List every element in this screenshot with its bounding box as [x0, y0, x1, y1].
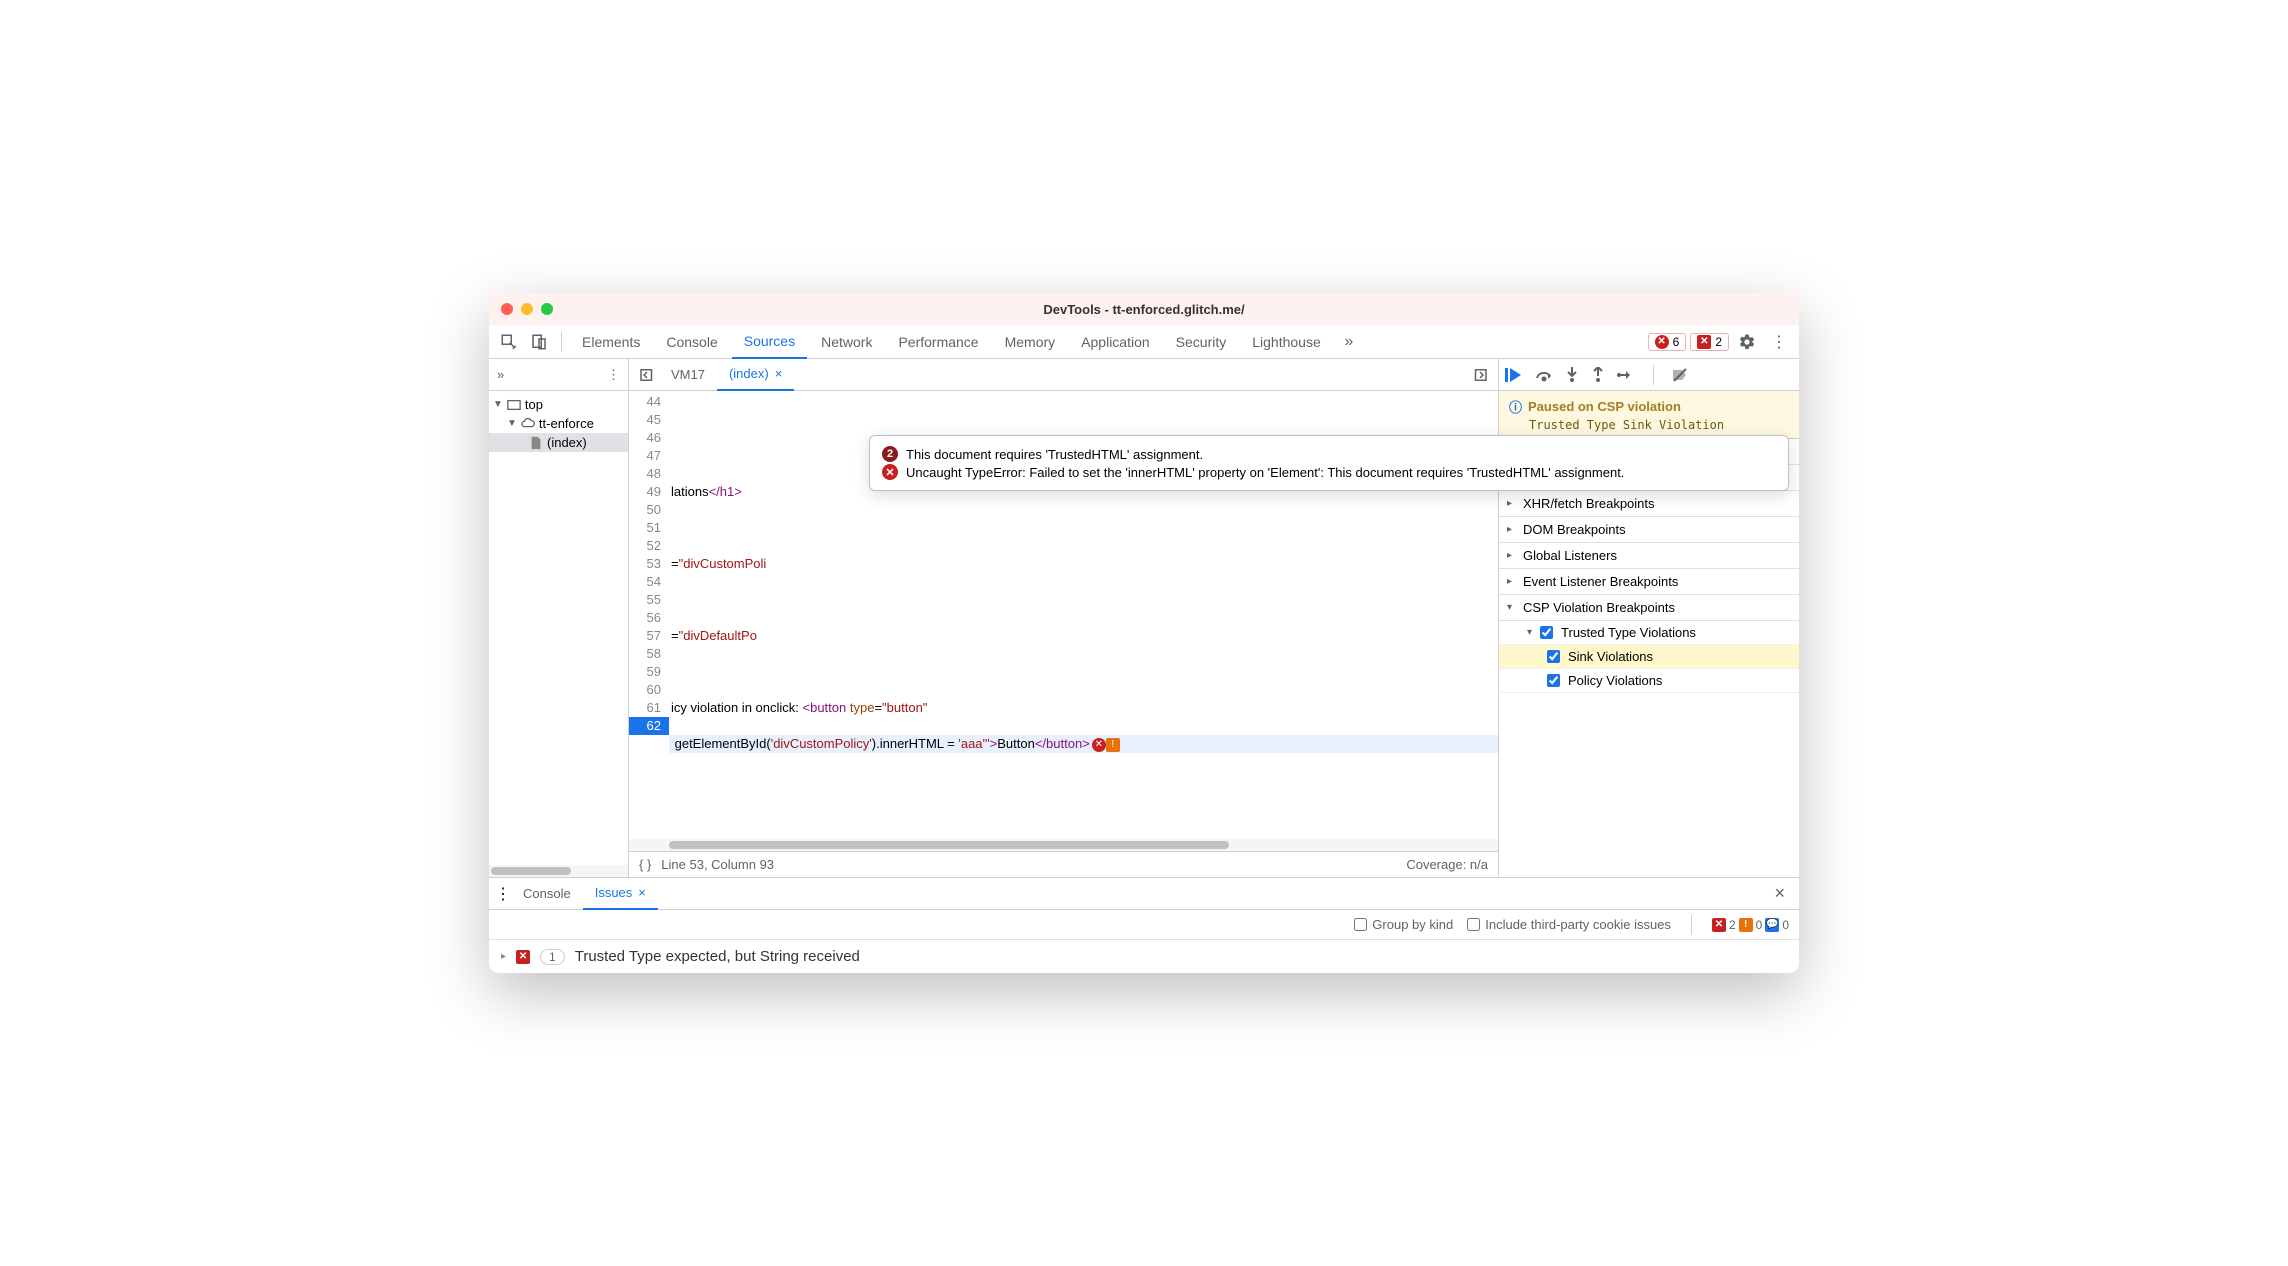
file-icon [529, 436, 543, 450]
titlebar: DevTools - tt-enforced.glitch.me/ [489, 293, 1799, 325]
error-icon[interactable]: ✕ [1092, 738, 1106, 752]
resume-icon[interactable] [1505, 368, 1523, 382]
cloud-icon [521, 417, 535, 431]
close-window-button[interactable] [501, 303, 513, 315]
include-third-party-checkbox[interactable]: Include third-party cookie issues [1467, 917, 1671, 932]
code-tab-index[interactable]: (index)× [717, 359, 794, 391]
checkbox-sink[interactable] [1547, 650, 1560, 663]
more-tabs-icon[interactable]: » [1335, 328, 1363, 356]
drawer-filter-bar: Group by kind Include third-party cookie… [489, 910, 1799, 940]
file-tree: ▼ top ▼ tt-enforce (index) [489, 391, 628, 456]
coverage-info: Coverage: n/a [1406, 857, 1488, 872]
more-menu-icon[interactable]: ⋮ [495, 884, 511, 904]
tree-domain[interactable]: ▼ tt-enforce [489, 414, 628, 433]
devtools-window: DevTools - tt-enforced.glitch.me/ Elemen… [489, 293, 1799, 973]
error-tooltip: 2 This document requires 'TrustedHTML' a… [869, 435, 1789, 491]
csp-trusted-type[interactable]: ▾Trusted Type Violations [1499, 621, 1799, 645]
tab-console[interactable]: Console [654, 325, 729, 359]
issue-row[interactable]: ▸ ✕ 1 Trusted Type expected, but String … [489, 940, 1799, 973]
code-status-bar: { } Line 53, Column 93 Coverage: n/a [629, 851, 1498, 877]
tab-performance[interactable]: Performance [886, 325, 990, 359]
line-gutter: 44454647484950515253545556575859606162 [629, 391, 669, 839]
step-out-icon[interactable] [1591, 367, 1605, 383]
info-stat[interactable]: 💬0 [1765, 918, 1789, 932]
info-icon: ⓘ [1509, 397, 1522, 416]
section-csp[interactable]: ▾CSP Violation Breakpoints [1499, 595, 1799, 621]
drawer-tab-console[interactable]: Console [511, 878, 583, 910]
error-icon: ✕ [516, 950, 530, 964]
close-drawer-icon[interactable]: × [1766, 883, 1793, 904]
checkbox-policy[interactable] [1547, 674, 1560, 687]
issue-count-badge[interactable]: ✕2 [1690, 333, 1729, 351]
checkbox-trusted-type[interactable] [1540, 626, 1553, 639]
tab-memory[interactable]: Memory [993, 325, 1068, 359]
content-area: » ⋮ ▼ top ▼ tt-enforce (index) [489, 359, 1799, 877]
close-icon[interactable]: × [638, 885, 646, 900]
step-over-icon[interactable] [1535, 368, 1553, 382]
section-global[interactable]: ▸Global Listeners [1499, 543, 1799, 569]
main-tab-bar: Elements Console Sources Network Perform… [489, 325, 1799, 359]
close-icon[interactable]: × [775, 366, 783, 381]
navigator-pane: » ⋮ ▼ top ▼ tt-enforce (index) [489, 359, 629, 877]
more-menu-icon[interactable]: ⋮ [1765, 328, 1793, 356]
more-tabs-icon[interactable]: » [497, 367, 504, 382]
deactivate-breakpoints-icon[interactable] [1672, 368, 1688, 382]
group-by-kind-checkbox[interactable]: Group by kind [1354, 917, 1453, 932]
drawer-tab-issues[interactable]: Issues× [583, 878, 658, 910]
maximize-window-button[interactable] [541, 303, 553, 315]
tab-application[interactable]: Application [1069, 325, 1162, 359]
section-xhr[interactable]: ▸XHR/fetch Breakpoints [1499, 491, 1799, 517]
navigator-scrollbar[interactable] [489, 865, 628, 877]
step-into-icon[interactable] [1565, 367, 1579, 383]
error-count-badge[interactable]: ✕6 [1648, 333, 1687, 351]
window-controls [501, 303, 553, 315]
section-event[interactable]: ▸Event Listener Breakpoints [1499, 569, 1799, 595]
paused-banner: ⓘPaused on CSP violation Trusted Type Si… [1499, 391, 1799, 439]
tab-network[interactable]: Network [809, 325, 884, 359]
code-tab-vm[interactable]: VM17 [659, 359, 717, 391]
code-tab-bar: VM17 (index)× [629, 359, 1498, 391]
issue-stats: ✕2 !0 💬0 [1712, 918, 1789, 932]
drawer: ⋮ Console Issues× × Group by kind Includ… [489, 877, 1799, 973]
tree-file-index[interactable]: (index) [489, 433, 628, 452]
chevron-down-icon: ▼ [493, 399, 503, 410]
more-menu-icon[interactable]: ⋮ [607, 367, 620, 383]
csp-sink-violations[interactable]: Sink Violations [1499, 645, 1799, 669]
step-icon[interactable] [1617, 368, 1635, 382]
tree-top[interactable]: ▼ top [489, 395, 628, 414]
chevron-down-icon: ▼ [507, 418, 517, 429]
window-title: DevTools - tt-enforced.glitch.me/ [1043, 302, 1244, 317]
minimize-window-button[interactable] [521, 303, 533, 315]
cursor-position: Line 53, Column 93 [661, 857, 774, 872]
warning-icon[interactable]: ! [1106, 738, 1120, 752]
tab-sources[interactable]: Sources [732, 325, 807, 359]
drawer-tab-bar: ⋮ Console Issues× × [489, 878, 1799, 910]
error-stat[interactable]: ✕2 [1712, 918, 1736, 932]
tab-lighthouse[interactable]: Lighthouse [1240, 325, 1333, 359]
issue-count: 1 [540, 949, 565, 965]
nav-forward-icon[interactable] [1468, 363, 1492, 387]
count-badge-icon: 2 [882, 446, 898, 462]
format-icon[interactable]: { } [639, 857, 651, 872]
tab-security[interactable]: Security [1164, 325, 1239, 359]
debug-toolbar [1499, 359, 1799, 391]
error-icon: ✕ [882, 464, 898, 480]
nav-back-icon[interactable] [635, 363, 659, 387]
inspect-element-icon[interactable] [495, 328, 523, 356]
csp-policy-violations[interactable]: Policy Violations [1499, 669, 1799, 693]
warning-stat[interactable]: !0 [1739, 918, 1763, 932]
code-scrollbar[interactable] [629, 839, 1498, 851]
settings-icon[interactable] [1733, 328, 1761, 356]
code-editor-pane: VM17 (index)× 44454647484950515253545556… [629, 359, 1499, 877]
navigator-toolbar: » ⋮ [489, 359, 628, 391]
chevron-right-icon: ▸ [501, 951, 506, 962]
section-dom[interactable]: ▸DOM Breakpoints [1499, 517, 1799, 543]
frame-icon [507, 398, 521, 412]
device-toolbar-icon[interactable] [525, 328, 553, 356]
issue-text: Trusted Type expected, but String receiv… [575, 948, 860, 965]
tab-elements[interactable]: Elements [570, 325, 652, 359]
